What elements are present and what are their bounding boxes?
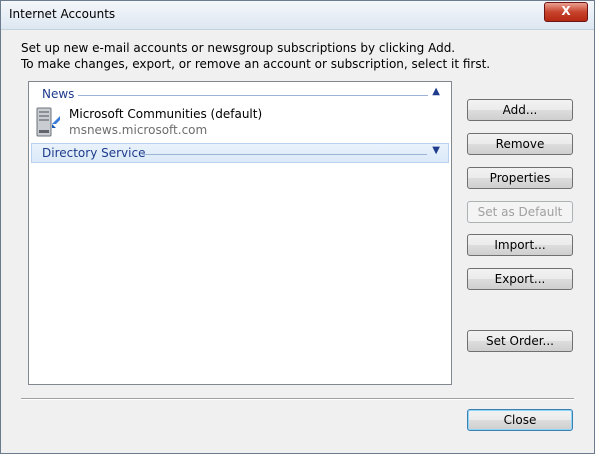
window-close-button[interactable]: X — [544, 2, 588, 22]
group-label: Directory Service — [42, 146, 146, 160]
title-bar: Internet Accounts X — [1, 1, 594, 30]
group-divider — [142, 154, 427, 155]
account-server: msnews.microsoft.com — [69, 123, 208, 137]
remove-button[interactable]: Remove — [467, 133, 573, 155]
group-header-directory-service[interactable]: Directory Service ▼ — [31, 143, 449, 163]
properties-button[interactable]: Properties — [467, 167, 573, 189]
footer-divider — [21, 398, 574, 400]
import-button[interactable]: Import... — [467, 234, 573, 256]
set-as-default-button[interactable]: Set as Default — [467, 201, 573, 223]
account-name: Microsoft Communities (default) — [69, 107, 263, 121]
add-button[interactable]: Add... — [467, 99, 573, 121]
internet-accounts-dialog: Internet Accounts X Set up new e-mail ac… — [0, 0, 595, 454]
news-server-icon — [36, 107, 60, 137]
export-button[interactable]: Export... — [467, 268, 573, 290]
instruction-line-2: To make changes, export, or remove an ac… — [21, 57, 491, 71]
instruction-line-1: Set up new e-mail accounts or newsgroup … — [21, 41, 456, 55]
set-order-button[interactable]: Set Order... — [467, 330, 573, 352]
window-title: Internet Accounts — [9, 7, 116, 21]
chevron-down-icon[interactable]: ▼ — [432, 145, 440, 156]
accounts-list[interactable]: News ▲ Microsoft Communities (default) m… — [28, 81, 452, 385]
list-item[interactable]: Microsoft Communities (default) msnews.m… — [29, 82, 449, 142]
close-button[interactable]: Close — [467, 409, 573, 431]
